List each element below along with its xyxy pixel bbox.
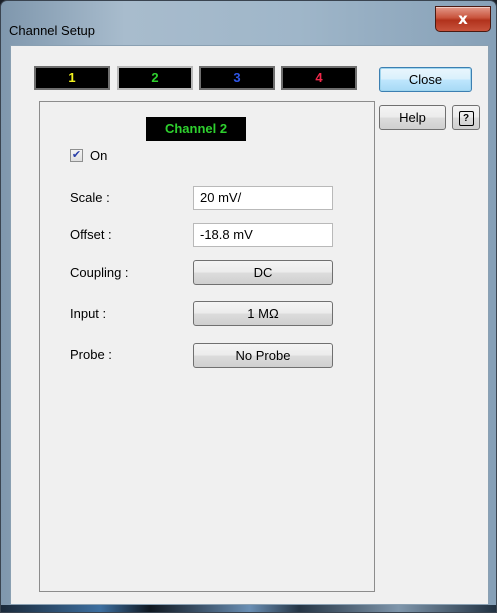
tab-channel-3-label: 3 — [233, 70, 241, 85]
probe-label: Probe : — [70, 347, 112, 362]
channel-setup-window: Channel Setup x 1 2 3 4 Channel 2 ✔ On S… — [0, 0, 497, 613]
tab-channel-2-label: 2 — [151, 70, 159, 85]
input-label: Input : — [70, 306, 107, 321]
title-bar[interactable]: Channel Setup x — [1, 1, 496, 43]
scale-label: Scale : — [70, 190, 110, 205]
probe-button[interactable]: No Probe — [193, 343, 333, 368]
channel-settings-panel: Channel 2 ✔ On Scale : 20 mV/ Offset : -… — [39, 101, 375, 592]
tab-channel-3[interactable]: 3 — [199, 66, 275, 90]
taskbar-strip — [1, 605, 496, 612]
input-impedance-button[interactable]: 1 MΩ — [193, 301, 333, 326]
tab-channel-1-label: 1 — [68, 70, 76, 85]
on-label: On — [90, 148, 108, 163]
coupling-label: Coupling : — [70, 265, 129, 280]
tab-channel-4[interactable]: 4 — [281, 66, 357, 90]
help-button[interactable]: Help — [379, 105, 446, 130]
scale-input[interactable]: 20 mV/ — [193, 186, 333, 210]
tab-channel-2[interactable]: 2 — [117, 66, 193, 90]
window-title: Channel Setup — [9, 23, 96, 38]
tab-channel-4-label: 4 — [315, 70, 323, 85]
coupling-button[interactable]: DC — [193, 260, 333, 285]
offset-label: Offset : — [70, 227, 112, 242]
tab-channel-1[interactable]: 1 — [34, 66, 110, 90]
window-close-icon[interactable]: x — [435, 6, 491, 32]
on-checkbox[interactable]: ✔ — [70, 149, 83, 162]
offset-input[interactable]: -18.8 mV — [193, 223, 333, 247]
close-button[interactable]: Close — [379, 67, 472, 92]
dialog-body: 1 2 3 4 Channel 2 ✔ On Scale : 20 mV/ Of… — [10, 45, 489, 605]
context-help-button[interactable]: ? — [452, 105, 480, 130]
channel-title: Channel 2 — [146, 117, 246, 141]
help-icon: ? — [458, 111, 474, 126]
